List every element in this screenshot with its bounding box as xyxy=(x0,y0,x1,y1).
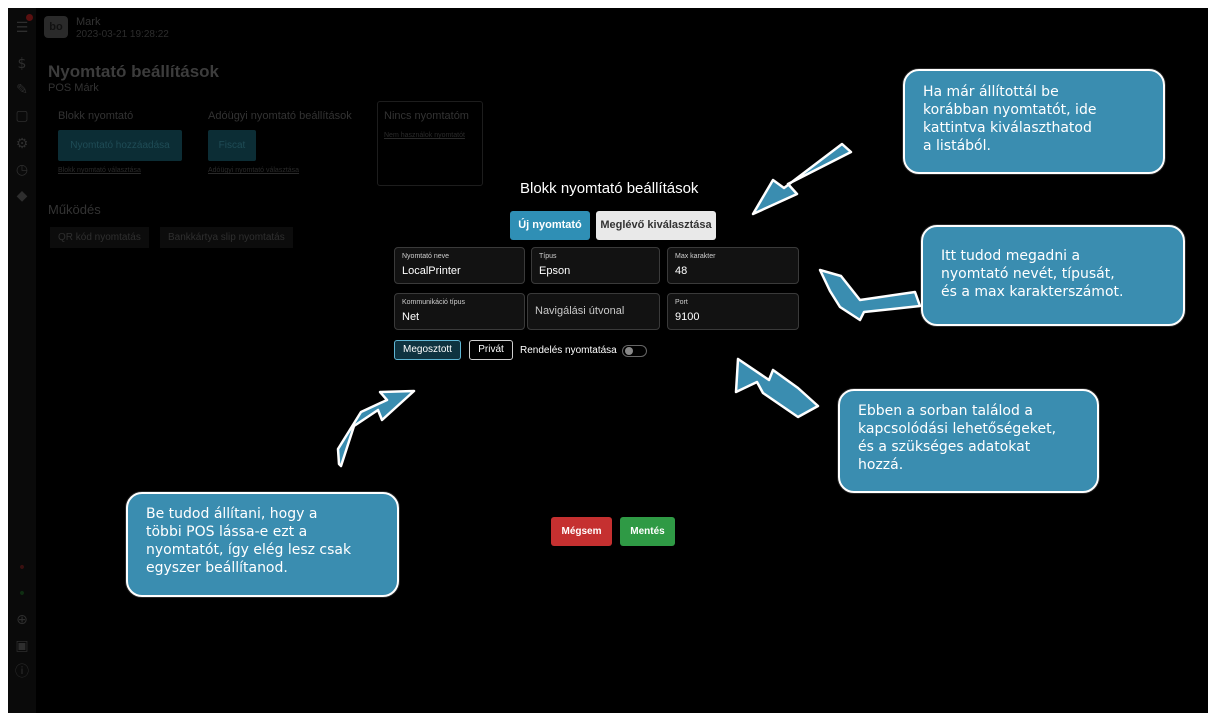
callout-line: nyomtatót, így elég lesz csak xyxy=(146,542,352,558)
callout-line: kattintva kiválaszthatod xyxy=(923,120,1092,136)
callout-printer-fields: Itt tudod megadni a nyomtató nevét, típu… xyxy=(921,225,1185,326)
callout-line: egyszer beállítanod. xyxy=(146,560,288,576)
callout-line: Ha már állítottál be xyxy=(923,84,1059,100)
callout-line: kapcsolódási lehetőségeket, xyxy=(858,421,1057,437)
arrow-to-existing-tab-icon xyxy=(751,142,853,216)
callout-line: Ebben a sorban találod a xyxy=(858,403,1033,419)
callout-line: és a szükséges adatokat xyxy=(858,439,1031,455)
callout-line: és a max karakterszámot. xyxy=(941,284,1124,300)
callout-line: többi POS lássa-e ezt a xyxy=(146,524,308,540)
app-screen: ☰ $ ✎ ▢ ⚙ ◷ ◆ • • ⊕ ▣ ⓘ bo Mark 2023-03-… xyxy=(8,8,1208,713)
callout-share-settings: Be tudod állítani, hogy a többi POS láss… xyxy=(126,492,399,597)
callout-connection-row: Ebben a sorban találod a kapcsolódási le… xyxy=(838,389,1099,493)
arrow-to-connection-row-icon xyxy=(734,357,820,419)
callout-line: a listából. xyxy=(923,138,991,154)
callout-line: Be tudod állítani, hogy a xyxy=(146,506,318,522)
callout-line: korábban nyomtatót, ide xyxy=(923,102,1097,118)
callout-line: Itt tudod megadni a xyxy=(941,248,1081,264)
callout-line: hozzá. xyxy=(858,457,904,473)
arrow-to-fields-icon xyxy=(818,268,922,322)
arrow-to-share-buttons-icon xyxy=(336,389,416,468)
callout-line: nyomtató nevét, típusát, xyxy=(941,266,1115,282)
callout-existing-printer: Ha már állítottál be korábban nyomtatót,… xyxy=(903,69,1165,174)
